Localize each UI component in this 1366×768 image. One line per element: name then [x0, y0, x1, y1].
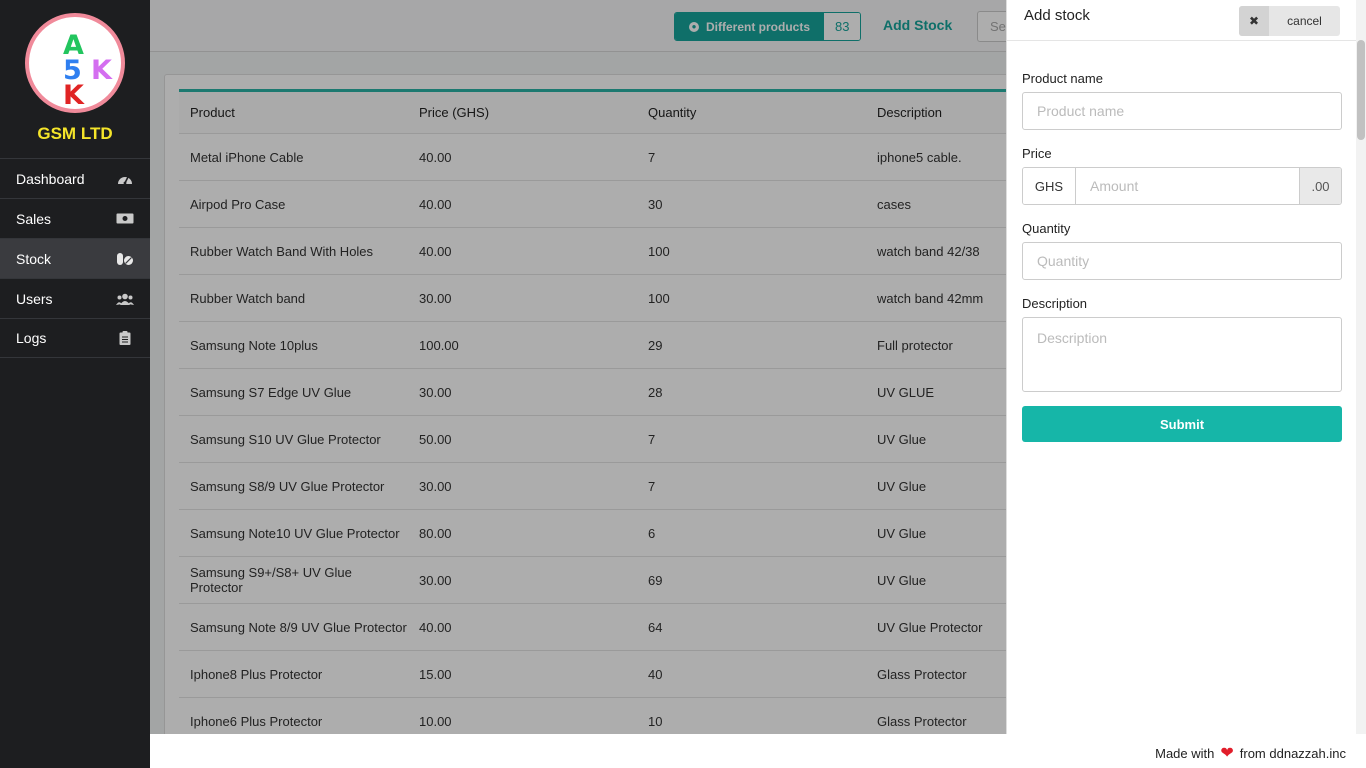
heart-icon: ❤	[1220, 744, 1234, 762]
pills-icon	[116, 252, 134, 266]
sidebar-item-label: Dashboard	[16, 170, 85, 187]
clipboard-icon	[116, 331, 134, 345]
brand-name: GSM LTD	[37, 124, 113, 143]
sidebar-item-label: Stock	[16, 250, 52, 267]
product-name-label: Product name	[1022, 71, 1103, 86]
sidebar: A 5 K K GSM LTD Dashboard Sales Stock Us…	[0, 0, 150, 768]
logo-letter-k: K	[91, 55, 112, 86]
sidebar-nav: Dashboard Sales Stock Users Logs	[0, 158, 150, 358]
sidebar-item-label: Users	[16, 290, 53, 307]
footer-made-with: Made with	[1155, 746, 1215, 761]
panel-title: Add stock	[1024, 7, 1090, 24]
sidebar-item-label: Sales	[16, 210, 52, 227]
speedometer-icon	[116, 172, 134, 186]
close-icon: ✖	[1239, 6, 1269, 36]
decimals-addon: .00	[1299, 168, 1341, 204]
footer-from: from ddnazzah.inc	[1239, 746, 1346, 761]
sidebar-item-label: Logs	[16, 330, 47, 346]
submit-button[interactable]: Submit	[1022, 406, 1342, 442]
panel-scrollbar[interactable]	[1356, 0, 1366, 734]
sidebar-item-users[interactable]: Users	[0, 278, 150, 318]
sidebar-item-stock[interactable]: Stock	[0, 238, 150, 278]
scrollbar-thumb[interactable]	[1357, 40, 1365, 140]
logo[interactable]: A 5 K K	[25, 13, 125, 113]
description-label: Description	[1022, 296, 1088, 311]
panel-header: Add stock ✖ cancel	[1007, 0, 1366, 41]
add-stock-panel: Add stock ✖ cancel Product name Product …	[1006, 0, 1366, 734]
footer-credit: Made with ❤ from ddnazzah.inc	[1155, 744, 1346, 762]
currency-addon: GHS	[1023, 168, 1076, 204]
sidebar-item-logs[interactable]: Logs	[0, 318, 150, 358]
price-label: Price	[1022, 146, 1052, 161]
logo-area: A 5 K K GSM LTD	[0, 0, 150, 158]
footer: Made with ❤ from ddnazzah.inc	[150, 734, 1366, 768]
money-icon	[116, 212, 134, 226]
sidebar-item-dashboard[interactable]: Dashboard	[0, 158, 150, 198]
users-icon	[116, 292, 134, 306]
product-name-input[interactable]: Product name	[1022, 92, 1342, 130]
cancel-label: cancel	[1287, 14, 1322, 28]
description-textarea[interactable]: Description	[1022, 317, 1342, 392]
cancel-button[interactable]: ✖ cancel	[1239, 6, 1340, 36]
sidebar-item-sales[interactable]: Sales	[0, 198, 150, 238]
price-input-group: GHS Amount .00	[1022, 167, 1342, 205]
amount-input[interactable]: Amount	[1076, 168, 1299, 204]
quantity-label: Quantity	[1022, 221, 1071, 236]
quantity-input[interactable]: Quantity	[1022, 242, 1342, 280]
logo-letter-k-bottom: K	[63, 80, 84, 111]
